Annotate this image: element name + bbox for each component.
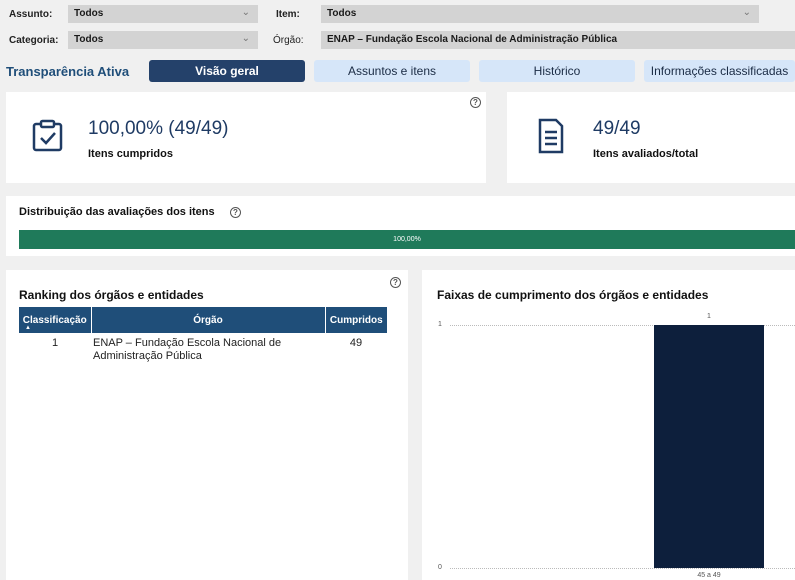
filter-orgao-label: Órgão:: [273, 35, 304, 46]
filter-item-label: Item:: [276, 9, 300, 20]
help-icon[interactable]: ?: [390, 277, 401, 288]
filter-assunto-label: Assunto:: [9, 9, 53, 20]
kpi-cumpridos-label: Itens cumpridos: [88, 148, 173, 160]
chart-title: Faixas de cumprimento dos órgãos e entid…: [437, 288, 709, 302]
filter-categoria-value: Todos: [74, 34, 104, 45]
y-tick-label: 1: [438, 321, 442, 328]
filter-item-select[interactable]: Todos ⌄: [321, 5, 759, 23]
chart-bar[interactable]: [654, 325, 764, 568]
section-title: Transparência Ativa: [6, 64, 130, 79]
column-header-label: Classificação: [22, 314, 87, 326]
filter-item-value: Todos: [327, 8, 357, 19]
table-row[interactable]: 1 ENAP – Fundação Escola Nacional de Adm…: [19, 333, 387, 367]
distribution-bar-track: 100,00%: [19, 230, 795, 249]
column-header-orgao[interactable]: Órgão: [91, 307, 326, 333]
tab-informacoes-classificadas[interactable]: Informações classificadas: [644, 60, 795, 82]
distribution-title: Distribuição das avaliações dos itens: [19, 206, 215, 218]
kpi-card-cumpridos: ? 100,00% (49/49) Itens cumpridos: [6, 92, 486, 183]
orgao-cell: ENAP – Fundação Escola Nacional de Admin…: [93, 337, 282, 362]
distribution-bar-label: 100,00%: [393, 236, 421, 243]
sort-ascending-icon: ▲: [25, 325, 31, 331]
filter-orgao-select[interactable]: ENAP – Fundação Escola Nacional de Admin…: [321, 31, 795, 49]
chevron-down-icon: ⌄: [241, 33, 250, 44]
document-list-icon: [538, 118, 564, 154]
kpi-avaliados-label: Itens avaliados/total: [593, 148, 699, 160]
tab-visao-geral[interactable]: Visão geral: [149, 60, 305, 82]
clipboard-check-icon: [32, 119, 63, 152]
filter-categoria-select[interactable]: Todos ⌄: [68, 31, 258, 49]
chart-gridline: [450, 568, 795, 569]
kpi-avaliados-value: 49/49: [593, 118, 641, 139]
rank-cell: 1: [51, 337, 59, 349]
help-icon[interactable]: ?: [470, 97, 481, 108]
y-tick-label: 0: [438, 564, 442, 571]
filter-orgao-value: ENAP – Fundação Escola Nacional de Admin…: [327, 34, 618, 45]
filter-categoria-label: Categoria:: [9, 35, 59, 46]
ranking-title: Ranking dos órgãos e entidades: [19, 288, 204, 302]
kpi-cumpridos-value: 100,00% (49/49): [88, 118, 229, 139]
x-tick-label: 45 a 49: [697, 572, 721, 579]
tab-historico[interactable]: Histórico: [479, 60, 635, 82]
filter-assunto-select[interactable]: Todos ⌄: [68, 5, 258, 23]
column-header-classificacao[interactable]: Classificação ▲: [19, 307, 92, 333]
chevron-down-icon: ⌄: [241, 7, 250, 18]
filter-assunto-value: Todos: [74, 8, 104, 19]
cumpridos-cell: 49: [349, 337, 363, 349]
kpi-card-avaliados: 49/49 Itens avaliados/total: [507, 92, 795, 183]
column-header-cumpridos[interactable]: Cumpridos: [325, 307, 387, 333]
chart-data-label: 1: [707, 313, 711, 320]
help-icon[interactable]: ?: [230, 207, 241, 218]
ranking-table: Classificação ▲ Órgão Cumpridos 1 ENAP –…: [19, 307, 387, 367]
chevron-down-icon: ⌄: [742, 7, 751, 18]
tab-assuntos-e-itens[interactable]: Assuntos e itens: [314, 60, 470, 82]
